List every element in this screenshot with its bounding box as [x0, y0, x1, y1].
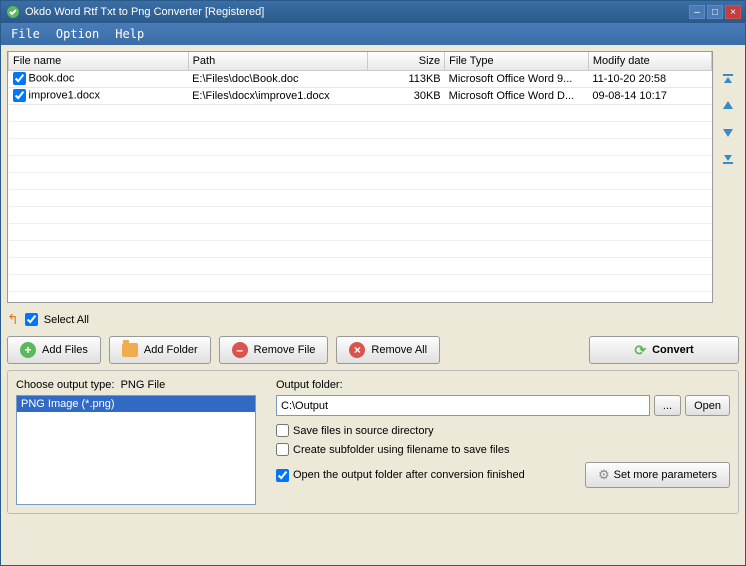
output-folder-label: Output folder:	[276, 379, 730, 391]
col-path[interactable]: Path	[188, 52, 368, 70]
select-all-label: Select All	[44, 314, 89, 326]
cell-path: E:\Files\docx\improve1.docx	[188, 87, 368, 104]
minus-icon: –	[232, 342, 248, 358]
plus-icon: +	[20, 342, 36, 358]
titlebar: Okdo Word Rtf Txt to Png Converter [Regi…	[1, 1, 745, 23]
remove-file-button[interactable]: – Remove File	[219, 336, 329, 364]
cell-type: Microsoft Office Word 9...	[445, 70, 589, 87]
save-source-label: Save files in source directory	[293, 425, 434, 437]
output-type-list[interactable]: PNG Image (*.png)	[16, 395, 256, 505]
move-bottom-icon[interactable]	[719, 149, 737, 167]
menu-option[interactable]: Option	[52, 25, 103, 43]
add-files-button[interactable]: + Add Files	[7, 336, 101, 364]
table-header: File name Path Size File Type Modify dat…	[9, 52, 712, 70]
col-date[interactable]: Modify date	[588, 52, 711, 70]
folder-icon	[122, 343, 138, 357]
cell-size: 113KB	[368, 70, 445, 87]
table-row[interactable]: improve1.docx E:\Files\docx\improve1.doc…	[9, 87, 712, 104]
output-folder-input[interactable]	[276, 395, 650, 416]
cell-name: Book.doc	[29, 72, 75, 84]
row-checkbox[interactable]	[13, 72, 26, 85]
cell-name: improve1.docx	[29, 89, 101, 101]
list-item[interactable]: PNG Image (*.png)	[17, 396, 255, 412]
col-size[interactable]: Size	[368, 52, 445, 70]
cell-date: 11-10-20 20:58	[588, 70, 711, 87]
open-after-checkbox[interactable]	[276, 469, 289, 482]
convert-button[interactable]: ⟳ Convert	[589, 336, 739, 364]
settings-panel: Choose output type: PNG File PNG Image (…	[7, 370, 739, 514]
menu-file[interactable]: File	[7, 25, 44, 43]
file-list[interactable]: File name Path Size File Type Modify dat…	[7, 51, 713, 303]
main-window: Okdo Word Rtf Txt to Png Converter [Regi…	[0, 0, 746, 566]
close-button[interactable]: ×	[725, 5, 741, 19]
minimize-button[interactable]: –	[689, 5, 705, 19]
col-type[interactable]: File Type	[445, 52, 589, 70]
output-type-value: PNG File	[121, 379, 166, 391]
move-down-icon[interactable]	[719, 123, 737, 141]
move-up-icon[interactable]	[719, 97, 737, 115]
window-controls: – □ ×	[689, 5, 741, 19]
up-arrow-icon: ↰	[7, 311, 19, 328]
reorder-buttons	[717, 51, 739, 303]
save-source-checkbox[interactable]	[276, 424, 289, 437]
convert-icon: ⟳	[634, 342, 646, 359]
cell-type: Microsoft Office Word D...	[445, 87, 589, 104]
move-top-icon[interactable]	[719, 71, 737, 89]
col-filename[interactable]: File name	[9, 52, 189, 70]
open-after-label: Open the output folder after conversion …	[293, 469, 525, 481]
create-subfolder-label: Create subfolder using filename to save …	[293, 444, 509, 456]
open-folder-button[interactable]: Open	[685, 395, 730, 416]
cell-date: 09-08-14 10:17	[588, 87, 711, 104]
output-type-label: Choose output type:	[16, 379, 114, 391]
row-checkbox[interactable]	[13, 89, 26, 102]
x-icon: ×	[349, 342, 365, 358]
gear-icon: ⚙	[598, 467, 610, 483]
browse-button[interactable]: ...	[654, 395, 681, 416]
add-folder-button[interactable]: Add Folder	[109, 336, 211, 364]
cell-size: 30KB	[368, 87, 445, 104]
window-title: Okdo Word Rtf Txt to Png Converter [Regi…	[25, 6, 689, 18]
maximize-button[interactable]: □	[707, 5, 723, 19]
create-subfolder-checkbox[interactable]	[276, 443, 289, 456]
menubar: File Option Help	[1, 23, 745, 45]
select-all-checkbox[interactable]	[25, 313, 38, 326]
cell-path: E:\Files\doc\Book.doc	[188, 70, 368, 87]
select-all-row: ↰ Select All	[7, 309, 739, 330]
app-icon	[5, 4, 21, 20]
set-parameters-button[interactable]: ⚙ Set more parameters	[585, 462, 730, 488]
remove-all-button[interactable]: × Remove All	[336, 336, 440, 364]
menu-help[interactable]: Help	[111, 25, 148, 43]
table-row[interactable]: Book.doc E:\Files\doc\Book.doc 113KB Mic…	[9, 70, 712, 87]
